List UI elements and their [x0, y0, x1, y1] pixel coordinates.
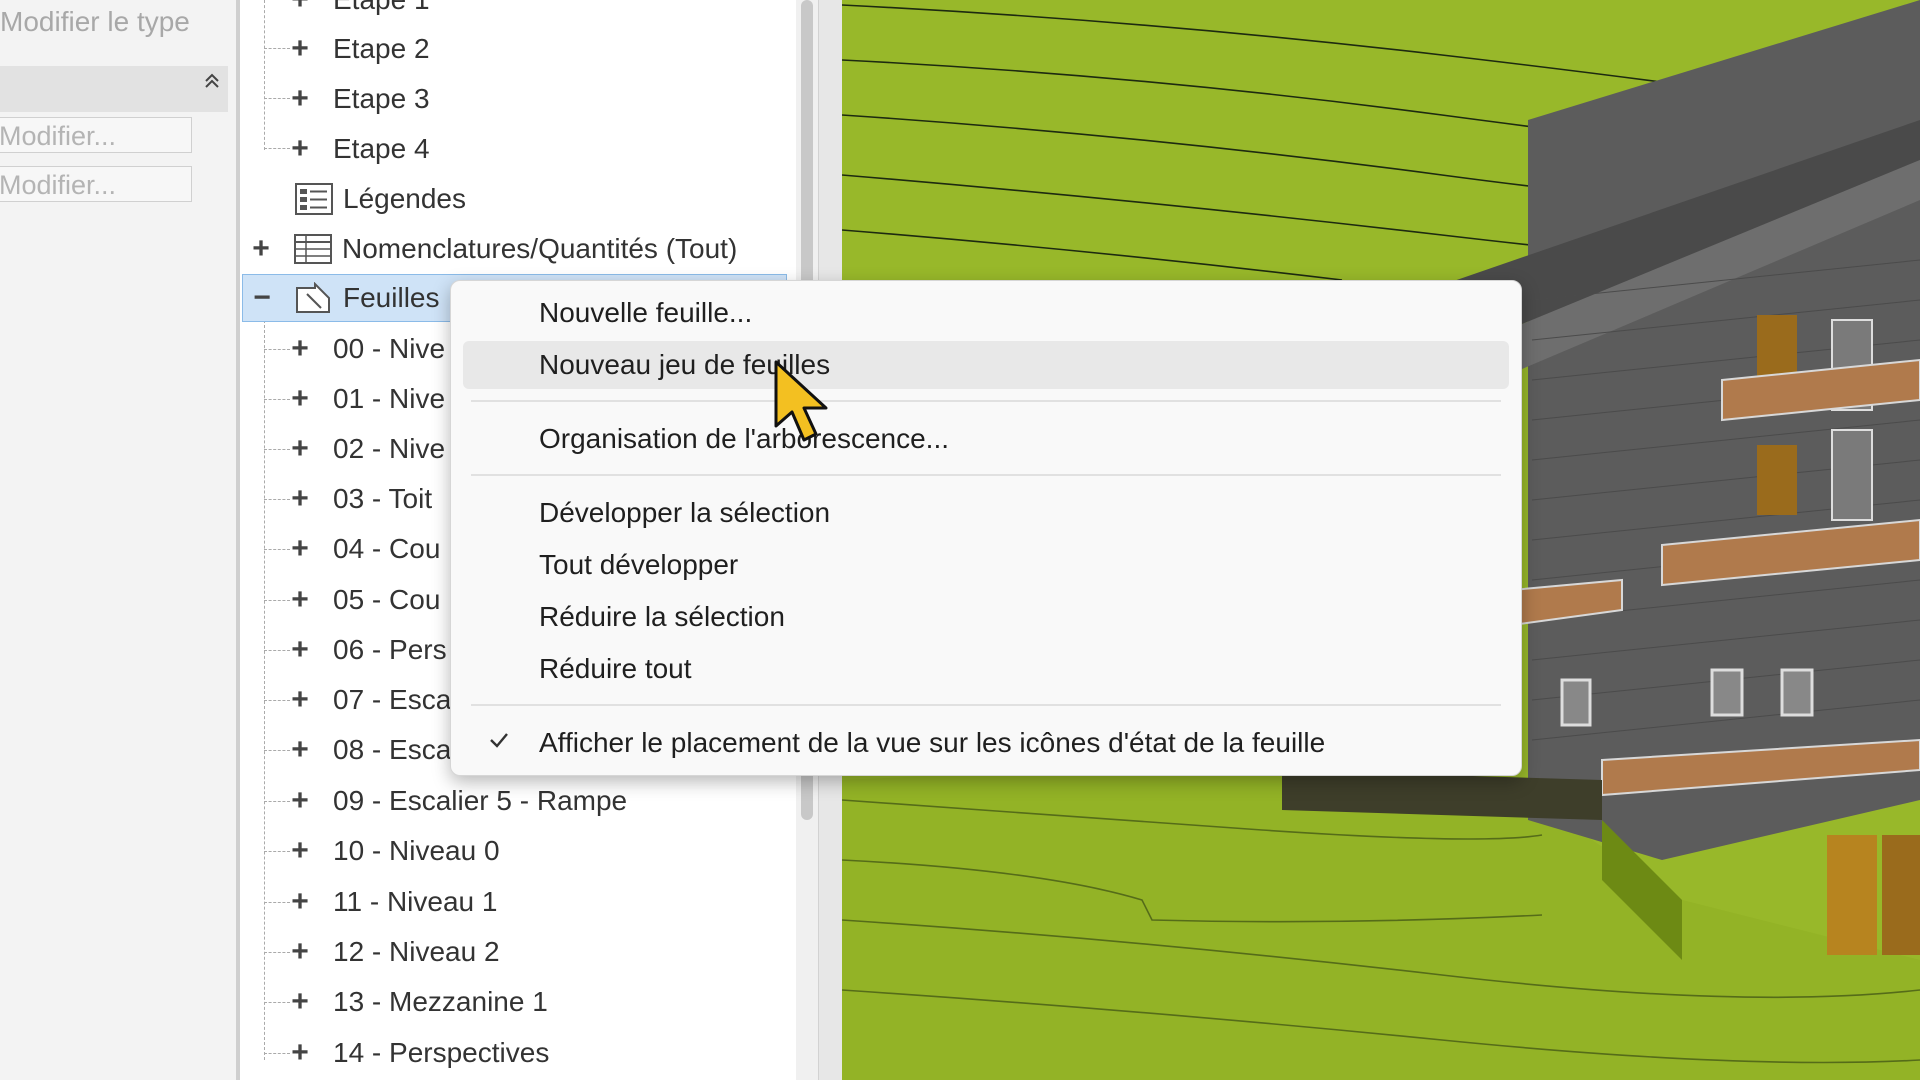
tree-item-label: 14 - Perspectives	[333, 1037, 550, 1068]
minus-icon[interactable]: −	[247, 281, 277, 315]
tree-item-sheet-02[interactable]: + 02 - Nive	[285, 426, 445, 472]
tree-item-label: Nomenclatures/Quantités (Tout)	[342, 233, 738, 264]
tree-item-label: 04 - Cou	[333, 533, 441, 564]
context-menu: Nouvelle feuille... Nouveau jeu de feuil…	[450, 280, 1522, 776]
table-icon	[294, 233, 332, 265]
plus-icon[interactable]: +	[285, 683, 315, 717]
menu-item-label: Nouvelle feuille...	[539, 297, 753, 328]
plus-icon[interactable]: +	[285, 482, 315, 516]
tree-connector	[264, 320, 265, 1060]
plus-icon[interactable]: +	[285, 132, 315, 166]
properties-group-header[interactable]	[0, 66, 228, 112]
tree-item-label: 13 - Mezzanine 1	[333, 986, 548, 1017]
check-icon	[487, 727, 511, 759]
plus-icon[interactable]: +	[285, 885, 315, 919]
tree-item-label: Etape 2	[333, 33, 430, 64]
tree-item-sheet-08[interactable]: + 08 - Esca	[285, 727, 451, 773]
tree-item-sheet-00[interactable]: + 00 - Nive	[285, 326, 445, 372]
menu-item-label: Afficher le placement de la vue sur les …	[539, 727, 1326, 758]
tree-item-label: Etape 1	[333, 0, 430, 16]
plus-icon[interactable]: +	[285, 382, 315, 416]
menu-separator	[471, 400, 1501, 402]
tree-item-sheet-09[interactable]: + 09 - Escalier 5 - Rampe	[285, 778, 627, 824]
tree-item-label: 11 - Niveau 1	[333, 886, 498, 917]
plus-icon[interactable]: +	[285, 432, 315, 466]
tree-item-sheet-13[interactable]: + 13 - Mezzanine 1	[285, 979, 548, 1025]
plus-icon[interactable]: +	[285, 633, 315, 667]
tree-item-label: 05 - Cou	[333, 584, 441, 615]
plus-icon[interactable]: +	[285, 784, 315, 818]
legend-icon	[295, 183, 333, 215]
plus-icon[interactable]: +	[285, 1036, 315, 1070]
tree-connector	[264, 0, 265, 150]
plus-icon[interactable]: +	[246, 232, 276, 266]
edit-type-label[interactable]: Modifier le type	[0, 6, 190, 38]
properties-panel: Modifier le type Modifier... Modifier...	[0, 0, 236, 1080]
tree-item-label: 03 - Toit	[333, 483, 433, 514]
menu-item-collapse-all[interactable]: Réduire tout	[463, 645, 1509, 693]
menu-item-label: Développer la sélection	[539, 497, 831, 528]
tree-item-label: 06 - Pers	[333, 634, 447, 665]
tree-item-label: Légendes	[343, 183, 467, 214]
tree-item-label: 09 - Escalier 5 - Rampe	[333, 785, 628, 816]
tree-item-label: 01 - Nive	[333, 383, 446, 414]
tree-item-label: Etape 3	[333, 83, 430, 114]
plus-icon[interactable]: +	[285, 332, 315, 366]
menu-item-collapse-selection[interactable]: Réduire la sélection	[463, 593, 1509, 641]
menu-item-label: Tout développer	[539, 549, 739, 580]
menu-item-label: Réduire la sélection	[539, 601, 785, 632]
menu-item-new-sheet[interactable]: Nouvelle feuille...	[463, 289, 1509, 337]
tree-item-etape-1[interactable]: + Etape 1	[285, 0, 430, 23]
tree-item-legendes[interactable]: Légendes	[295, 176, 466, 222]
plus-icon[interactable]: +	[285, 733, 315, 767]
plus-icon[interactable]: +	[285, 985, 315, 1019]
tree-item-sheet-10[interactable]: + 10 - Niveau 0	[285, 828, 500, 874]
plus-icon[interactable]: +	[285, 82, 315, 116]
plus-icon[interactable]: +	[285, 532, 315, 566]
menu-item-expand-selection[interactable]: Développer la sélection	[463, 489, 1509, 537]
tree-item-sheet-12[interactable]: + 12 - Niveau 2	[285, 929, 500, 975]
plus-icon[interactable]: +	[285, 935, 315, 969]
tree-item-sheet-06[interactable]: + 06 - Pers	[285, 627, 447, 673]
tree-item-nomenclatures[interactable]: + Nomenclatures/Quantités (Tout)	[246, 226, 737, 272]
tree-item-label: Etape 4	[333, 133, 430, 164]
tree-item-etape-3[interactable]: + Etape 3	[285, 76, 430, 122]
edit-parameter-button-1[interactable]: Modifier...	[0, 117, 192, 153]
tree-item-label: 07 - Esca	[333, 684, 452, 715]
plus-icon[interactable]: +	[285, 834, 315, 868]
menu-item-browser-organization[interactable]: Organisation de l'arborescence...	[463, 415, 1509, 463]
tree-item-sheet-14[interactable]: + 14 - Perspectives	[285, 1030, 549, 1076]
tree-item-label: 08 - Esca	[333, 734, 452, 765]
tree-item-label: 10 - Niveau 0	[333, 835, 500, 866]
menu-item-expand-all[interactable]: Tout développer	[463, 541, 1509, 589]
double-chevron-up-icon[interactable]	[204, 70, 220, 98]
tree-item-sheet-01[interactable]: + 01 - Nive	[285, 376, 445, 422]
tree-item-sheet-04[interactable]: + 04 - Cou	[285, 526, 440, 572]
menu-item-new-sheet-set[interactable]: Nouveau jeu de feuilles	[463, 341, 1509, 389]
tree-item-sheet-11[interactable]: + 11 - Niveau 1	[285, 879, 497, 925]
menu-separator	[471, 704, 1501, 706]
plus-icon[interactable]: +	[285, 583, 315, 617]
tree-item-sheet-07[interactable]: + 07 - Esca	[285, 677, 451, 723]
tree-item-sheet-03[interactable]: + 03 - Toit	[285, 476, 432, 522]
tree-item-sheet-05[interactable]: + 05 - Cou	[285, 577, 440, 623]
menu-separator	[471, 474, 1501, 476]
plus-icon[interactable]: +	[285, 32, 315, 66]
menu-item-label: Réduire tout	[539, 653, 692, 684]
menu-item-label: Organisation de l'arborescence...	[539, 423, 950, 454]
sheet-icon	[295, 281, 333, 314]
tree-item-etape-2[interactable]: + Etape 2	[285, 26, 430, 72]
menu-item-show-view-placement[interactable]: Afficher le placement de la vue sur les …	[463, 719, 1509, 767]
tree-item-etape-4[interactable]: + Etape 4	[285, 126, 430, 172]
tree-item-label: 02 - Nive	[333, 433, 446, 464]
tree-item-label: Feuilles	[343, 282, 440, 313]
mouse-pointer-icon	[774, 360, 832, 451]
tree-item-label: 00 - Nive	[333, 333, 446, 364]
tree-item-label: 12 - Niveau 2	[333, 936, 500, 967]
plus-icon[interactable]: +	[285, 0, 315, 17]
edit-parameter-button-2[interactable]: Modifier...	[0, 166, 192, 202]
